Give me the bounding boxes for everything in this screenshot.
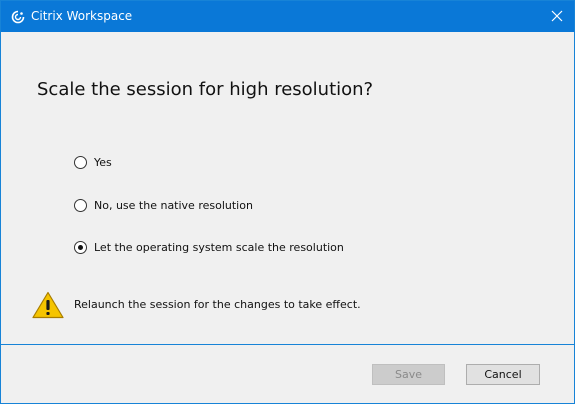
radio-native-resolution[interactable] [74, 198, 87, 212]
save-button[interactable]: Save [372, 364, 445, 385]
radio-yes[interactable] [74, 155, 87, 169]
radio-os-scale[interactable] [74, 240, 87, 254]
option-native-resolution[interactable]: No, use the native resolution [74, 197, 253, 213]
footer-separator [1, 344, 574, 345]
citrix-workspace-icon [11, 9, 25, 24]
cancel-button[interactable]: Cancel [466, 364, 540, 385]
option-os-scale-label: Let the operating system scale the resol… [94, 240, 344, 254]
option-native-resolution-label: No, use the native resolution [94, 198, 253, 212]
window-title: Citrix Workspace [31, 9, 133, 23]
close-button[interactable] [540, 1, 574, 32]
option-yes[interactable]: Yes [74, 154, 112, 170]
option-yes-label: Yes [94, 155, 112, 169]
close-icon [551, 7, 563, 26]
dialog-heading: Scale the session for high resolution? [37, 79, 374, 100]
warning-icon [32, 291, 64, 319]
citrix-dialog-window: Citrix Workspace Scale the session for h… [0, 0, 575, 404]
warning-message: Relaunch the session for the changes to … [74, 298, 361, 311]
title-bar[interactable]: Citrix Workspace [1, 1, 574, 32]
option-os-scale[interactable]: Let the operating system scale the resol… [74, 239, 344, 255]
